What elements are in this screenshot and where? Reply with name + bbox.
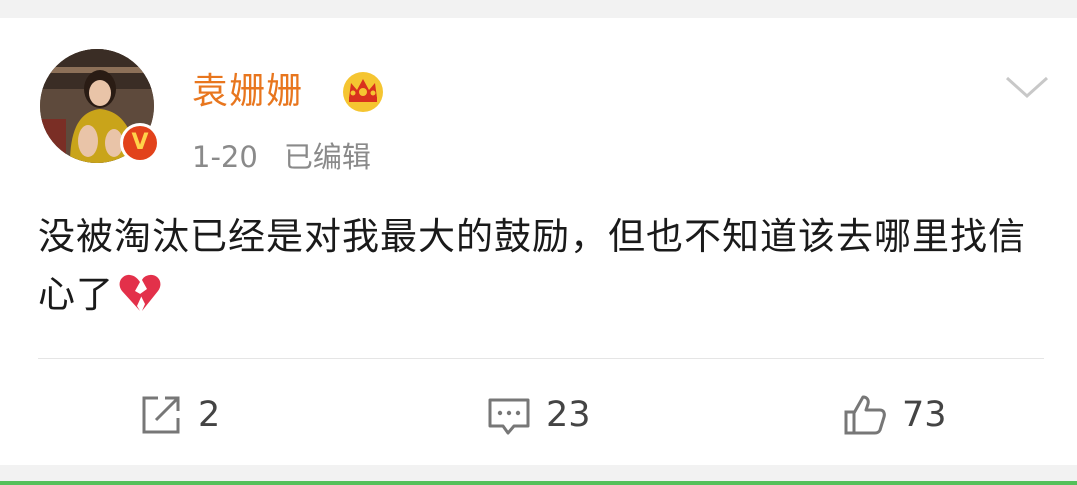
comment-icon — [488, 398, 530, 435]
edited-label: 已编辑 — [283, 140, 371, 174]
chevron-down-icon[interactable] — [1003, 72, 1051, 102]
post-text: 没被淘汰已经是对我最大的鼓励，但也不知道该去哪里找信心了 — [38, 215, 1026, 316]
username[interactable]: 袁姗姗 — [192, 70, 303, 114]
bottom-accent-line — [0, 481, 1077, 485]
post-date: 1-20 — [192, 140, 258, 174]
like-button[interactable]: 73 — [842, 390, 947, 440]
divider — [38, 358, 1044, 359]
forward-count: 2 — [198, 395, 221, 435]
crown-icon — [343, 72, 383, 112]
broken-heart-icon — [119, 274, 161, 311]
post-meta: 1-20 已编辑 — [192, 137, 371, 177]
forward-button[interactable]: 2 — [138, 390, 220, 440]
verified-badge: V — [120, 123, 160, 163]
verified-v-icon: V — [123, 126, 157, 160]
comment-count: 23 — [546, 395, 591, 435]
thumbs-up-icon — [844, 395, 886, 435]
like-count: 73 — [902, 395, 947, 435]
comment-button[interactable]: 23 — [486, 390, 591, 440]
post-content: 没被淘汰已经是对我最大的鼓励，但也不知道该去哪里找信心了 — [38, 208, 1048, 324]
share-icon — [142, 396, 180, 434]
